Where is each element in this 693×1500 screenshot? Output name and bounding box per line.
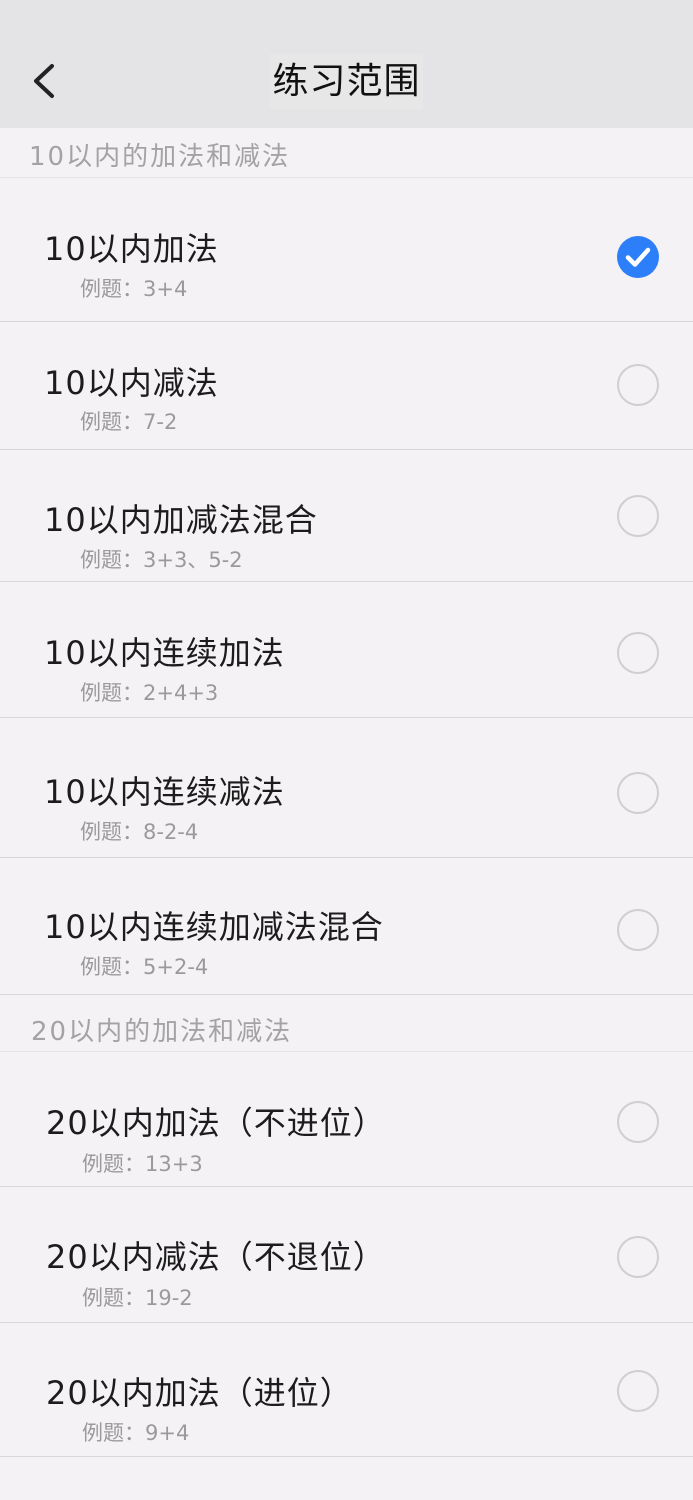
option-example: 例题：8-2-4 [80, 820, 199, 844]
option-row-add-within-10[interactable]: 10以内加法 例题：3+4 [0, 178, 693, 322]
radio-unchecked[interactable] [617, 364, 659, 406]
option-title: 20以内加法（进位） [46, 1374, 353, 1412]
section-header-label: 10以内的加法和减法 [29, 142, 291, 172]
app-header: 练习范围 [0, 0, 693, 128]
section-header-within-20: 20以内的加法和减法 [0, 995, 693, 1052]
option-row-chain-add-within-10[interactable]: 10以内连续加法 例题：2+4+3 [0, 582, 693, 718]
option-example: 例题：3+3、5-2 [80, 548, 243, 572]
radio-unchecked[interactable] [617, 1101, 659, 1143]
option-row-subtract-within-10[interactable]: 10以内减法 例题：7-2 [0, 322, 693, 450]
option-example: 例题：13+3 [82, 1152, 203, 1176]
page-title: 练习范围 [270, 54, 423, 109]
radio-checked[interactable] [617, 236, 659, 278]
option-title: 10以内加法 [44, 230, 219, 268]
option-example: 例题：9+4 [82, 1421, 190, 1445]
option-example: 例题：2+4+3 [80, 681, 219, 705]
option-title: 10以内加减法混合 [44, 501, 318, 539]
option-row-chain-subtract-within-10[interactable]: 10以内连续减法 例题：8-2-4 [0, 718, 693, 858]
option-title: 10以内连续加法 [44, 634, 285, 672]
option-row-add-no-carry-within-20[interactable]: 20以内加法（不进位） 例题：13+3 [0, 1052, 693, 1187]
radio-unchecked[interactable] [617, 1370, 659, 1412]
section-header-within-10: 10以内的加法和减法 [0, 128, 693, 178]
option-example: 例题：3+4 [80, 277, 188, 301]
option-example: 例题：5+2-4 [80, 955, 209, 979]
option-row-chain-mixed-within-10[interactable]: 10以内连续加减法混合 例题：5+2-4 [0, 858, 693, 995]
radio-unchecked[interactable] [617, 909, 659, 951]
option-title: 10以内减法 [44, 364, 219, 402]
option-title: 10以内连续减法 [44, 773, 285, 811]
option-row-add-with-carry-within-20[interactable]: 20以内加法（进位） 例题：9+4 [0, 1323, 693, 1457]
option-title: 20以内减法（不退位） [46, 1238, 386, 1276]
radio-unchecked[interactable] [617, 1236, 659, 1278]
section-header-label: 20以内的加法和减法 [31, 1017, 293, 1047]
option-title: 10以内连续加减法混合 [44, 908, 384, 946]
radio-unchecked[interactable] [617, 632, 659, 674]
option-example: 例题：7-2 [80, 410, 178, 434]
option-example: 例题：19-2 [82, 1286, 193, 1310]
radio-unchecked[interactable] [617, 772, 659, 814]
chevron-left-icon [34, 64, 54, 98]
option-row-subtract-no-borrow-within-20[interactable]: 20以内减法（不退位） 例题：19-2 [0, 1187, 693, 1323]
radio-unchecked[interactable] [617, 495, 659, 537]
option-title: 20以内加法（不进位） [46, 1104, 386, 1142]
back-button[interactable] [22, 56, 70, 106]
checkmark-icon [625, 247, 651, 267]
option-row-mixed-within-10[interactable]: 10以内加减法混合 例题：3+3、5-2 [0, 450, 693, 582]
